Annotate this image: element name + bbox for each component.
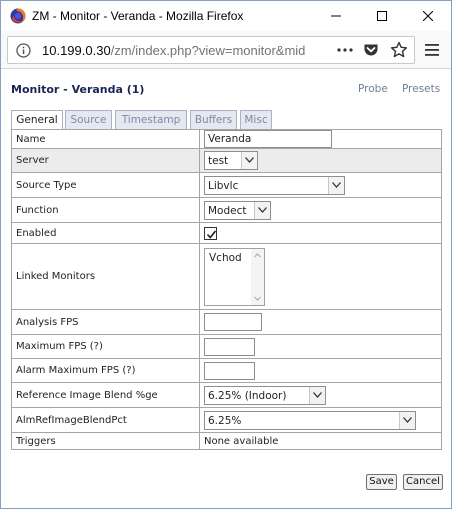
- table-row: Linked Monitors Vchod: [11, 243, 442, 310]
- tab-buffers[interactable]: Buffers: [190, 110, 237, 129]
- analysis-fps-cell: [199, 309, 442, 335]
- chevron-down-icon: [241, 152, 257, 169]
- maximize-icon: [377, 11, 387, 21]
- triggers-label: Triggers: [11, 432, 200, 450]
- table-row: Enabled: [11, 222, 442, 244]
- reference-blend-value: 6.25% (Indoor): [208, 389, 287, 402]
- maximum-fps-cell: [199, 334, 442, 359]
- page-actions-icon[interactable]: [336, 44, 354, 56]
- info-icon[interactable]: [16, 43, 31, 58]
- alm-ref-blend-select[interactable]: 6.25%: [204, 410, 416, 430]
- table-row: Analysis FPS: [11, 309, 442, 335]
- enabled-cell: [199, 222, 442, 244]
- analysis-fps-label: Analysis FPS: [11, 309, 200, 335]
- minimize-icon: [331, 15, 341, 17]
- alarm-maximum-fps-cell: [199, 358, 442, 383]
- tab-misc[interactable]: Misc: [240, 110, 272, 129]
- linked-monitors-label: Linked Monitors: [11, 243, 200, 310]
- server-cell: test: [199, 148, 442, 173]
- enabled-checkbox[interactable]: [204, 226, 217, 240]
- url-text: 10.199.0.30/zm/index.php?view=monitor&mi…: [42, 43, 332, 58]
- alm-ref-blend-cell: 6.25%: [199, 407, 442, 433]
- table-row: Triggers None available: [11, 432, 442, 450]
- table-row: Reference Image Blend %ge 6.25% (Indoor): [11, 382, 442, 408]
- table-row: Source Type Libvlc: [11, 172, 442, 198]
- firefox-icon: [10, 8, 26, 24]
- source-type-value: Libvlc: [208, 179, 239, 192]
- bookmark-star-icon[interactable]: [390, 41, 408, 59]
- page-content: Monitor - Veranda (1) Probe Presets Gene…: [1, 70, 451, 508]
- alarm-maximum-fps-input[interactable]: [204, 361, 255, 380]
- name-label: Name: [11, 129, 200, 149]
- presets-link[interactable]: Presets: [402, 83, 440, 95]
- server-value: test: [208, 155, 229, 167]
- list-item[interactable]: Vchod: [209, 252, 242, 264]
- chevron-down-icon: [254, 201, 270, 219]
- linked-monitors-listbox[interactable]: Vchod: [204, 247, 265, 306]
- monitor-settings-table: Name Veranda Server test Source Type Lib…: [11, 129, 442, 450]
- page-title: Monitor - Veranda (1): [11, 83, 145, 96]
- alm-ref-blend-value: 6.25%: [208, 414, 242, 427]
- cancel-button[interactable]: Cancel: [403, 474, 443, 490]
- maximum-fps-input[interactable]: [204, 337, 255, 356]
- function-value: Modect: [208, 204, 247, 217]
- table-row: AlmRefImageBlendPct 6.25%: [11, 407, 442, 433]
- reference-blend-label: Reference Image Blend %ge: [11, 382, 200, 408]
- tab-source[interactable]: Source: [65, 110, 112, 129]
- chevron-down-icon: [328, 176, 344, 194]
- maximum-fps-label: Maximum FPS (?): [11, 334, 200, 359]
- pocket-icon[interactable]: [363, 42, 379, 58]
- close-icon: [423, 11, 433, 21]
- table-row: Alarm Maximum FPS (?): [11, 358, 442, 383]
- probe-link[interactable]: Probe: [358, 83, 388, 95]
- checkmark-icon: [206, 230, 217, 239]
- close-button[interactable]: [405, 1, 451, 31]
- table-row: Function Modect: [11, 197, 442, 223]
- chevron-down-icon: [309, 386, 325, 404]
- source-type-label: Source Type: [11, 172, 200, 198]
- navigation-bar: 10.199.0.30/zm/index.php?view=monitor&mi…: [1, 31, 451, 69]
- table-row: Maximum FPS (?): [11, 334, 442, 359]
- analysis-fps-input[interactable]: [204, 313, 262, 331]
- address-bar[interactable]: 10.199.0.30/zm/index.php?view=monitor&mi…: [7, 36, 415, 64]
- server-select[interactable]: test: [204, 151, 258, 170]
- listbox-scrollbar[interactable]: [251, 248, 264, 305]
- triggers-value: None available: [199, 432, 442, 450]
- reference-blend-cell: 6.25% (Indoor): [199, 382, 442, 408]
- tab-timestamp[interactable]: Timestamp: [115, 110, 187, 129]
- title-bar: ZM - Monitor - Veranda - Mozilla Firefox: [1, 1, 451, 31]
- url-fade: [308, 39, 336, 61]
- alarm-maximum-fps-label: Alarm Maximum FPS (?): [11, 358, 200, 383]
- function-cell: Modect: [199, 197, 442, 223]
- reference-blend-select[interactable]: 6.25% (Indoor): [204, 385, 326, 405]
- linked-monitors-cell: Vchod: [199, 243, 442, 310]
- url-host: 10.199.0.30: [42, 43, 111, 58]
- name-input[interactable]: Veranda: [204, 130, 332, 148]
- table-row: Name Veranda: [11, 129, 442, 149]
- url-path: /zm/index.php?view=monitor&mid: [110, 43, 306, 58]
- window-title: ZM - Monitor - Veranda - Mozilla Firefox: [32, 9, 244, 23]
- tab-general[interactable]: General: [11, 110, 63, 130]
- save-button[interactable]: Save: [366, 474, 397, 490]
- function-select[interactable]: Modect: [204, 200, 271, 220]
- name-cell: Veranda: [199, 129, 442, 149]
- table-row: Server test: [11, 148, 442, 173]
- function-label: Function: [11, 197, 200, 223]
- chevron-down-icon: [399, 411, 415, 429]
- alm-ref-blend-label: AlmRefImageBlendPct: [11, 407, 200, 433]
- scroll-arrows-icon: [254, 252, 261, 301]
- minimize-button[interactable]: [313, 1, 359, 31]
- source-type-cell: Libvlc: [199, 172, 442, 198]
- source-type-select[interactable]: Libvlc: [204, 175, 345, 195]
- browser-window: ZM - Monitor - Veranda - Mozilla Firefox: [0, 0, 452, 509]
- hamburger-menu-icon[interactable]: [425, 43, 439, 57]
- enabled-label: Enabled: [11, 222, 200, 244]
- maximize-button[interactable]: [359, 1, 405, 31]
- server-label: Server: [11, 148, 200, 173]
